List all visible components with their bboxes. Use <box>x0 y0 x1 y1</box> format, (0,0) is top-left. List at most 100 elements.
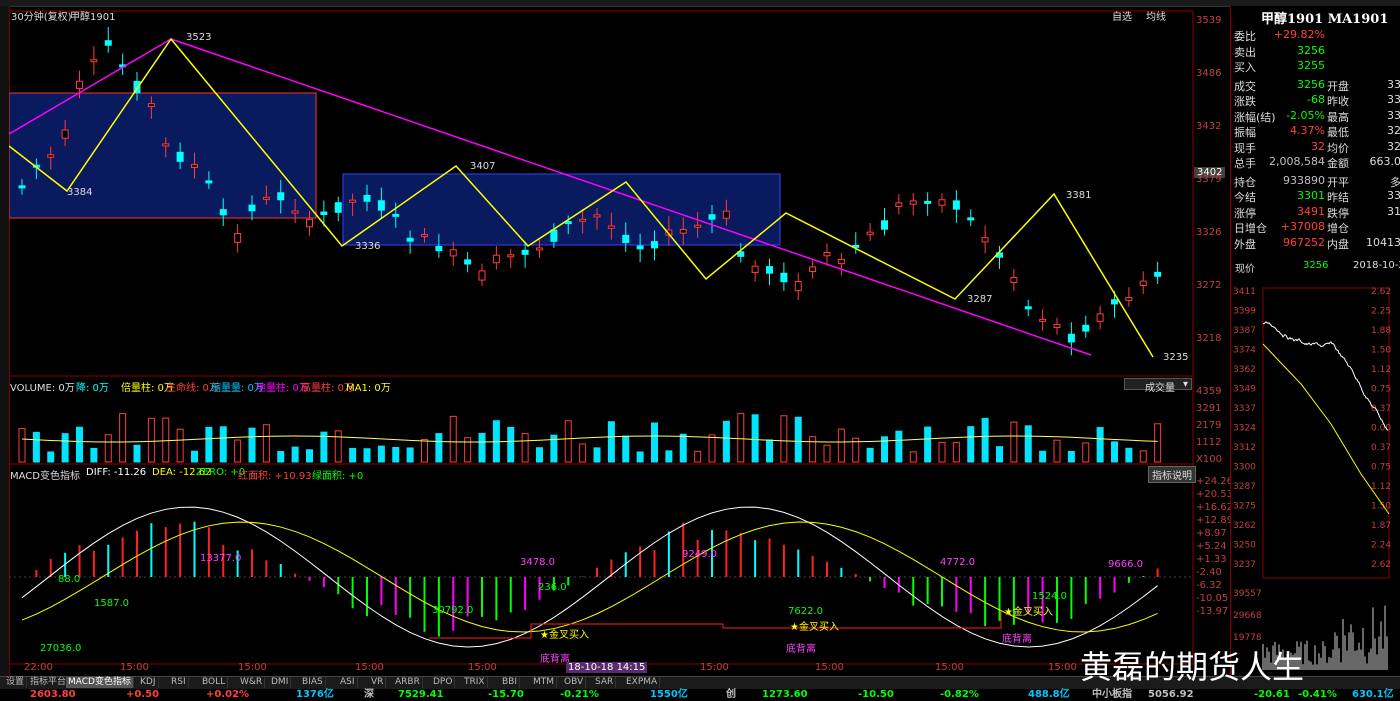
candle-body <box>550 229 558 242</box>
indicator-tab[interactable]: TRIX <box>462 677 488 688</box>
quote-value-2: 33 <box>1387 108 1400 122</box>
price-tick: 3379 <box>1196 174 1222 185</box>
indicator-tab[interactable]: BBI <box>500 677 521 688</box>
volume-bar <box>665 450 673 463</box>
index-status-value: -0.21% <box>560 689 599 700</box>
candle-body <box>363 194 371 202</box>
golden-cross-signal: ★金叉买入 <box>790 622 839 633</box>
volume-bar <box>392 446 400 463</box>
volume-bar <box>1053 439 1061 463</box>
candle-body <box>262 196 270 200</box>
time-tick: 15:00 <box>815 662 844 673</box>
quote-label-2: 最低 <box>1327 126 1349 139</box>
indicator-tab[interactable]: MACD变色指标 <box>66 677 134 688</box>
indicator-tab[interactable]: BOLL <box>200 677 229 688</box>
quote-label-2: 增仓 <box>1327 222 1349 235</box>
chart-symbol-label: 甲醇1901 <box>70 12 116 23</box>
index-status-value: 2603.80 <box>30 689 76 700</box>
intraday-minichart[interactable]: 3411 2.62 3399 2.25 3387 1.88 3374 1.50 3362 1.12… <box>1231 274 1400 674</box>
candle-body <box>579 218 587 222</box>
volume-bar <box>967 426 975 463</box>
indicator-tab[interactable]: EXPMA <box>624 677 661 688</box>
mini-vol-tick: 39557 <box>1233 589 1262 599</box>
quote-label: 今结 <box>1234 191 1256 204</box>
price-tick: 3218 <box>1196 333 1222 344</box>
candle-body <box>406 237 414 242</box>
indicator-tab[interactable]: DPO <box>431 677 456 688</box>
indicator-tab[interactable]: KDJ <box>138 677 159 688</box>
indicator-tab[interactable]: 指标平台 <box>28 677 70 688</box>
volume-bar <box>191 450 198 463</box>
indicator-tab[interactable]: DMI <box>269 677 292 688</box>
indicator-tab[interactable]: ASI <box>338 677 358 688</box>
mini-pct-tick: 1.87 <box>1371 521 1391 531</box>
volume-indicator-dropdown[interactable]: 成交量 ▾ <box>1124 378 1192 394</box>
volume-bar <box>1111 441 1118 463</box>
candle-body <box>176 151 184 162</box>
candle-body <box>722 210 730 219</box>
ma-toggle-button[interactable]: 均线 <box>1146 8 1166 23</box>
macd-tick: +20.53 <box>1196 489 1234 500</box>
swing-point-label: 3407 <box>470 161 496 172</box>
indicator-tab[interactable]: SAR <box>593 677 617 688</box>
volume-bar <box>478 432 486 463</box>
mini-pct-tick: 0.75 <box>1371 463 1391 473</box>
index-status-value: -15.70 <box>488 689 524 700</box>
indicator-tab[interactable]: MTM <box>531 677 558 688</box>
indicator-tab[interactable]: 设置 <box>4 677 28 688</box>
macd-tick: +5.24 <box>1196 541 1227 552</box>
now-price-label: 现价 <box>1235 264 1255 275</box>
indicator-tab[interactable]: RSI <box>169 677 189 688</box>
candle-body <box>90 59 98 63</box>
candle-body <box>234 233 242 243</box>
crosshair-time-label: 18-10-18 14:15 <box>566 662 648 673</box>
indicator-tab[interactable]: VR <box>369 677 387 688</box>
quote-label-2: 跌停 <box>1327 206 1349 220</box>
mini-price-tick: 3250 <box>1233 541 1256 551</box>
candle-body <box>1082 324 1090 332</box>
candle-body <box>607 225 615 229</box>
indicator-help-button[interactable]: 指标说明 <box>1148 466 1196 483</box>
time-tick: 22:00 <box>24 662 53 673</box>
quote-value: 3301 <box>1297 189 1325 202</box>
candle-body <box>320 211 328 216</box>
candle-body <box>76 80 83 89</box>
volume-bar <box>679 433 687 463</box>
quote-value: +37008 <box>1280 220 1325 233</box>
mini-pct-tick: 2.62 <box>1371 560 1391 570</box>
volume-bar <box>564 420 572 463</box>
watchlist-button[interactable]: 自选 <box>1112 8 1132 23</box>
mini-price-tick: 3275 <box>1233 502 1256 512</box>
mini-price-tick: 3411 <box>1233 287 1256 297</box>
candle-body <box>1053 323 1061 329</box>
candle-body <box>866 231 874 236</box>
candle-body <box>924 200 932 204</box>
indicator-tab[interactable]: W&R <box>238 677 266 688</box>
macd-value-label: 13377.0 <box>200 553 242 564</box>
mini-pct-tick: 0.37 <box>1371 404 1391 414</box>
index-status-value: +0.50 <box>126 689 160 700</box>
indicator-tab[interactable]: ARBR <box>393 677 423 688</box>
candle-body <box>507 254 515 258</box>
quote-label-2: 开平 <box>1327 175 1349 189</box>
candle-body <box>1111 299 1118 305</box>
macd-red-area: 红面积: +10.93 <box>238 471 312 482</box>
indicator-tab[interactable]: OBV <box>562 677 587 688</box>
volume-bar <box>449 415 457 463</box>
volume-bar <box>708 434 716 463</box>
swing-point-label: 3381 <box>1066 190 1092 201</box>
volume-bar <box>1010 421 1018 463</box>
index-status-value: 深 <box>364 689 374 700</box>
candle-body <box>104 40 112 46</box>
macd-value-label: 30792.0 <box>432 605 474 616</box>
indicator-tab[interactable]: BIAS <box>300 677 326 688</box>
kline-chart-area[interactable] <box>9 6 1230 676</box>
volume-legend-item: MA1: 0万 <box>346 383 391 394</box>
candle-body <box>694 224 702 228</box>
quote-label-2: 金额 <box>1327 157 1349 170</box>
volume-bar <box>636 451 644 463</box>
candle-body <box>421 234 428 238</box>
volume-bar <box>694 450 702 463</box>
volume-tick: 4359 <box>1196 386 1222 397</box>
volume-bar <box>147 417 155 463</box>
